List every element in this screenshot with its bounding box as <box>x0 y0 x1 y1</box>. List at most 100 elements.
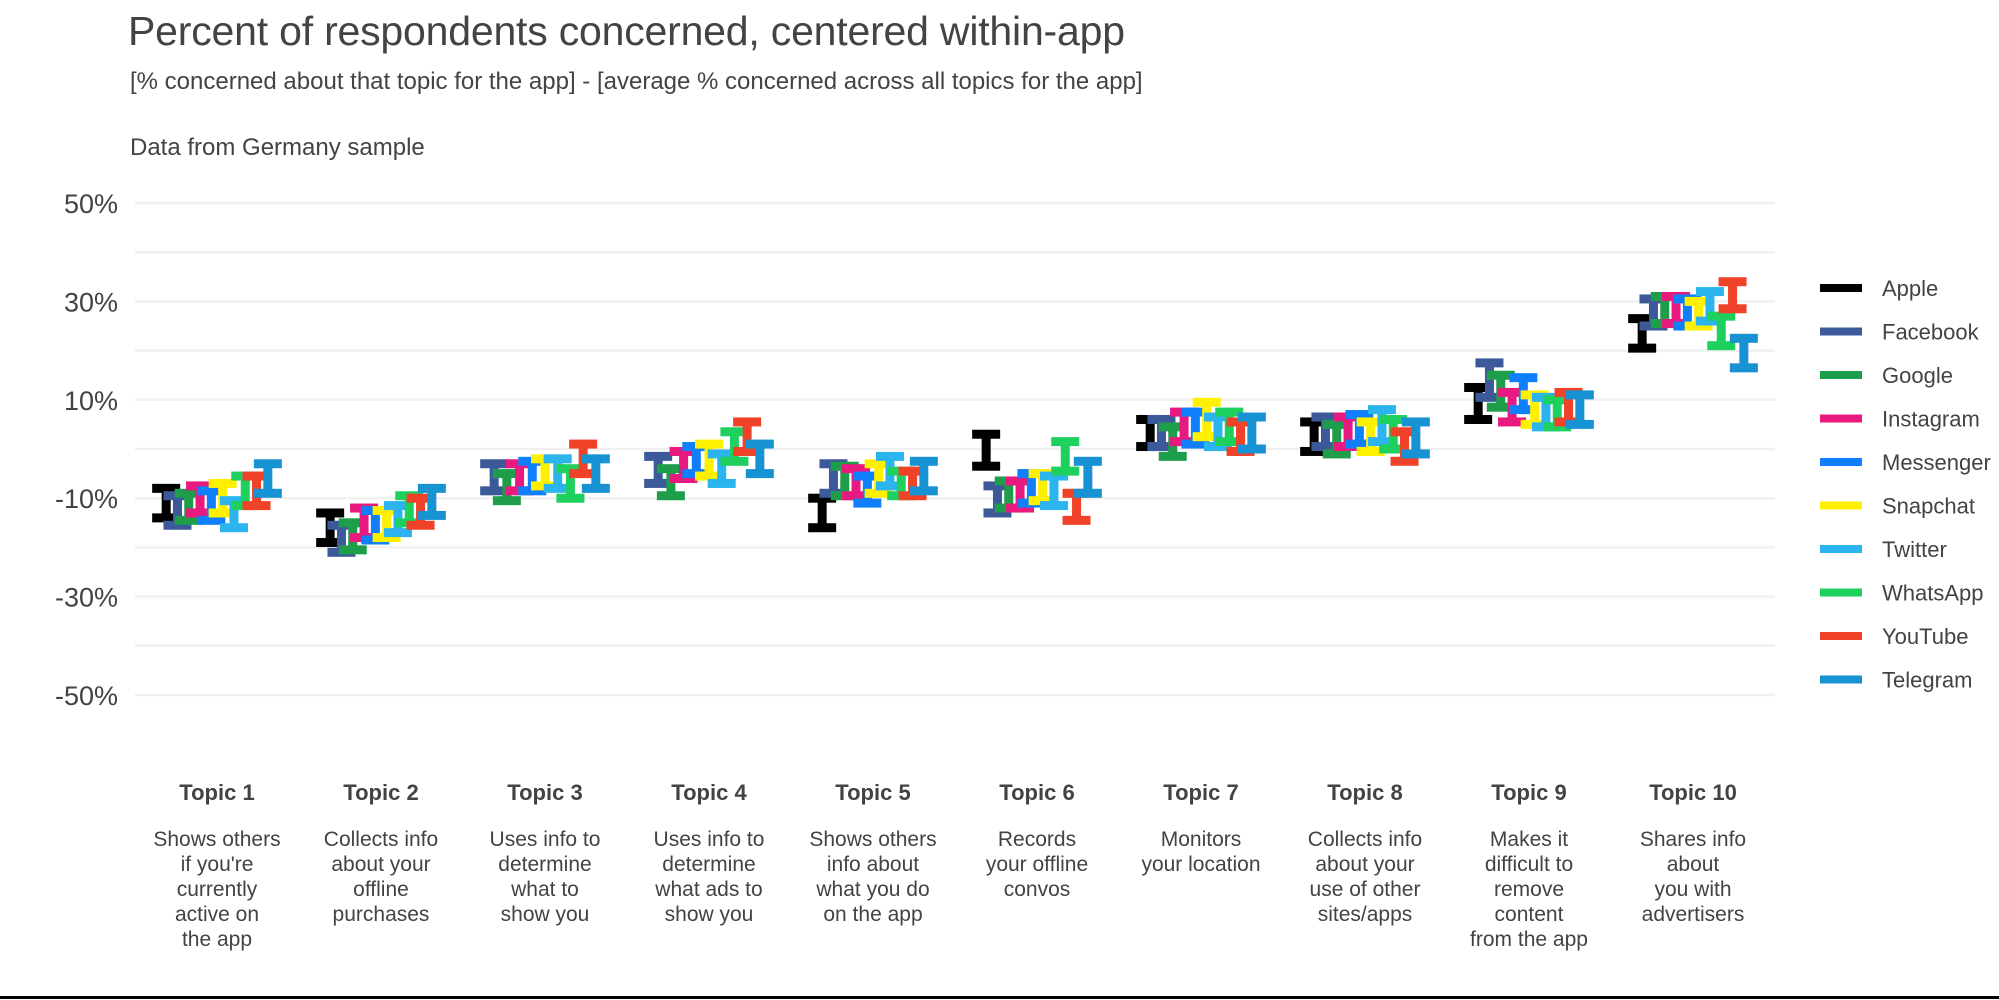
x-axis-topic-label: Topic 2 <box>343 780 418 805</box>
legend-swatch-icon <box>1820 414 1862 423</box>
legend-label: WhatsApp <box>1882 581 1984 606</box>
x-axis-topic-label: Topic 4 <box>671 780 747 805</box>
x-axis-topic-description-line: the app <box>182 928 252 951</box>
legend-label: Twitter <box>1882 537 1947 562</box>
y-tick-label: -30% <box>55 583 118 613</box>
legend-label: Instagram <box>1882 407 1980 432</box>
bottom-rule <box>0 996 1999 999</box>
x-axis-topic-description-line: what to <box>510 878 579 901</box>
chart-title: Percent of respondents concerned, center… <box>128 8 1125 54</box>
error-bar <box>1073 456 1102 498</box>
x-axis-topic-description-line: your offline <box>986 853 1088 876</box>
legend-swatch-icon <box>1820 327 1862 336</box>
legend-swatch-icon <box>1820 632 1862 640</box>
x-axis-topic-description-line: Uses info to <box>654 828 765 851</box>
x-axis-topic-description-line: convos <box>1004 878 1071 901</box>
x-axis-topic-description-line: info about <box>827 853 919 876</box>
legend-swatch-icon <box>1820 545 1862 553</box>
error-bar <box>1729 333 1758 373</box>
legend-label: Messenger <box>1882 450 1991 475</box>
x-axis-topic-description-line: Records <box>998 828 1076 851</box>
legend-swatch-icon <box>1820 588 1862 597</box>
x-axis-topic-description-line: determine <box>498 853 591 876</box>
error-bar <box>745 439 774 479</box>
x-axis-topic-description-line: advertisers <box>1642 903 1745 926</box>
x-axis-topic-label: Topic 7 <box>1163 780 1238 805</box>
chart-sample-note: Data from Germany sample <box>130 134 425 161</box>
legend-swatch-icon <box>1820 501 1862 510</box>
legend-label: Apple <box>1882 276 1938 301</box>
x-axis-topic-description-line: difficult to <box>1485 853 1573 876</box>
x-axis-topic-description-line: Uses info to <box>490 828 601 851</box>
legend-item-telegram[interactable]: Telegram <box>1820 668 1972 693</box>
legend-label: Google <box>1882 363 1953 388</box>
x-axis-topic-description-line: what ads to <box>654 878 762 901</box>
legend-item-apple[interactable]: Apple <box>1820 276 1938 301</box>
gridlines-group <box>135 201 1775 697</box>
x-axis-topic-label: Topic 9 <box>1491 780 1566 805</box>
x-axis-category-labels: Topic 1Shows othersif you'recurrentlyact… <box>153 780 1746 951</box>
x-axis-topic-label: Topic 3 <box>507 780 582 805</box>
y-tick-label: 50% <box>64 189 118 219</box>
x-axis-topic-description-line: about your <box>1315 853 1414 876</box>
legend-item-youtube[interactable]: YouTube <box>1820 624 1968 649</box>
x-axis-topic-description-line: determine <box>662 853 755 876</box>
legend-swatch-icon <box>1820 371 1862 379</box>
legend-item-messenger[interactable]: Messenger <box>1820 450 1991 475</box>
y-tick-label: 10% <box>64 386 118 416</box>
legend[interactable]: Apple Facebook Google Instagram Messenger Sna… <box>1820 276 1991 693</box>
x-axis-topic-description-line: Collects info <box>1308 828 1422 851</box>
x-axis-topic-description-line: show you <box>665 903 754 926</box>
error-bar <box>1051 437 1080 476</box>
y-tick-label: -10% <box>55 484 118 514</box>
legend-swatch-icon <box>1820 284 1862 292</box>
x-axis-topic-description-line: your location <box>1141 853 1260 876</box>
legend-item-facebook[interactable]: Facebook <box>1820 320 1980 345</box>
x-axis-topic-label: Topic 10 <box>1649 780 1737 805</box>
x-axis-topic-description-line: Shows others <box>809 828 936 851</box>
x-axis-topic-description-line: Shares info <box>1640 828 1746 851</box>
legend-label: Facebook <box>1882 320 1980 345</box>
x-axis-topic-description-line: about your <box>331 853 430 876</box>
y-axis-tick-labels: 50% 30% 10% -10% -30% -50% <box>55 189 118 711</box>
legend-item-twitter[interactable]: Twitter <box>1820 537 1947 562</box>
x-axis-topic-description-line: currently <box>177 878 258 901</box>
legend-swatch-icon <box>1820 458 1862 466</box>
x-axis-topic-description-line: show you <box>501 903 590 926</box>
chart-subtitle: [% concerned about that topic for the ap… <box>130 68 1143 95</box>
x-axis-topic-description-line: what you do <box>815 878 929 901</box>
y-tick-label: -50% <box>55 681 118 711</box>
legend-label: Snapchat <box>1882 494 1975 519</box>
x-axis-topic-label: Topic 1 <box>179 780 254 805</box>
legend-item-whatsapp[interactable]: WhatsApp <box>1820 581 1984 606</box>
error-bars-group <box>152 277 1758 557</box>
x-axis-topic-description-line: about <box>1667 853 1720 876</box>
x-axis-topic-label: Topic 6 <box>999 780 1074 805</box>
y-tick-label: 30% <box>64 287 118 317</box>
x-axis-topic-description-line: from the app <box>1470 928 1588 951</box>
x-axis-topic-description-line: content <box>1495 903 1564 926</box>
error-bar <box>1707 311 1736 351</box>
chart-container: Percent of respondents concerned, center… <box>0 0 1999 1000</box>
legend-label: Telegram <box>1882 668 1972 693</box>
x-axis-topic-description-line: if you're <box>181 853 254 876</box>
x-axis-topic-description-line: offline <box>353 878 409 901</box>
legend-item-google[interactable]: Google <box>1820 363 1953 388</box>
x-axis-topic-description-line: Shows others <box>153 828 280 851</box>
x-axis-topic-description-line: active on <box>175 903 259 926</box>
x-axis-topic-description-line: remove <box>1494 878 1564 901</box>
x-axis-topic-description-line: use of other <box>1310 878 1421 901</box>
x-axis-topic-description-line: Makes it <box>1490 828 1568 851</box>
x-axis-topic-description-line: sites/apps <box>1318 903 1413 926</box>
x-axis-topic-description-line: Collects info <box>324 828 438 851</box>
legend-label: YouTube <box>1882 624 1968 649</box>
x-axis-topic-description-line: on the app <box>823 903 922 926</box>
legend-swatch-icon <box>1820 675 1862 684</box>
x-axis-topic-description-line: Monitors <box>1161 828 1242 851</box>
x-axis-topic-label: Topic 8 <box>1327 780 1402 805</box>
legend-item-instagram[interactable]: Instagram <box>1820 407 1980 432</box>
legend-item-snapchat[interactable]: Snapchat <box>1820 494 1975 519</box>
x-axis-topic-label: Topic 5 <box>835 780 910 805</box>
x-axis-topic-description-line: you with <box>1654 878 1731 901</box>
x-axis-topic-description-line: purchases <box>333 903 430 926</box>
